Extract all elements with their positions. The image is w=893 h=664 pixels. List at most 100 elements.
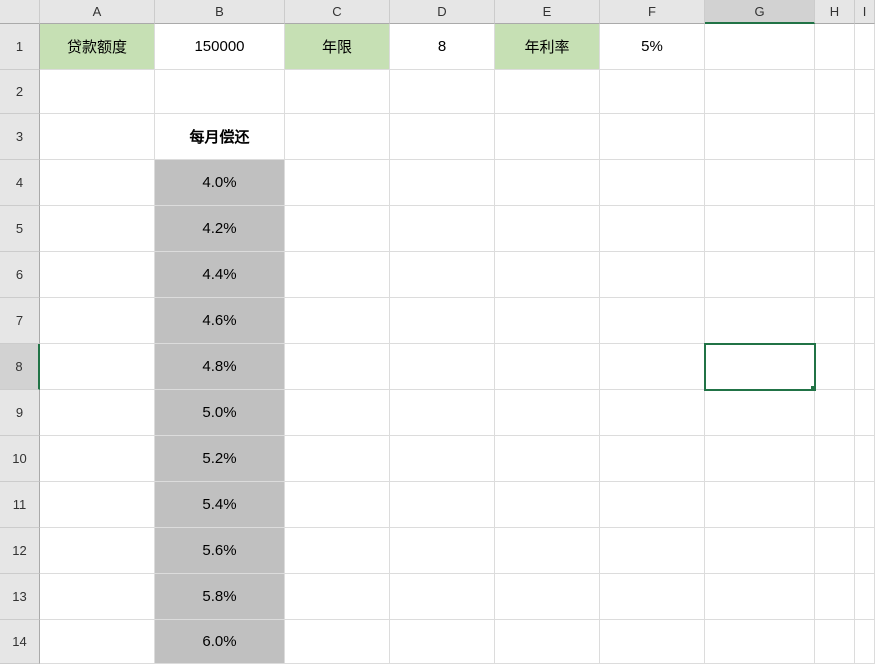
cell-D7[interactable] (390, 298, 495, 344)
cell-I2[interactable] (855, 70, 875, 114)
cell-A1[interactable]: 贷款额度 (40, 24, 155, 70)
cell-A6[interactable] (40, 252, 155, 298)
cell-D1[interactable]: 8 (390, 24, 495, 70)
row-header-2[interactable]: 2 (0, 70, 40, 114)
cell-D3[interactable] (390, 114, 495, 160)
cell-G12[interactable] (705, 528, 815, 574)
cell-F6[interactable] (600, 252, 705, 298)
cell-D13[interactable] (390, 574, 495, 620)
col-header-D[interactable]: D (390, 0, 495, 24)
cell-E11[interactable] (495, 482, 600, 528)
cell-A5[interactable] (40, 206, 155, 252)
cell-B1[interactable]: 150000 (155, 24, 285, 70)
cell-I10[interactable] (855, 436, 875, 482)
cell-B9[interactable]: 5.0% (155, 390, 285, 436)
col-header-C[interactable]: C (285, 0, 390, 24)
cell-E5[interactable] (495, 206, 600, 252)
cell-F3[interactable] (600, 114, 705, 160)
cell-G7[interactable] (705, 298, 815, 344)
cell-H12[interactable] (815, 528, 855, 574)
cell-G1[interactable] (705, 24, 815, 70)
cell-E14[interactable] (495, 620, 600, 664)
cell-G4[interactable] (705, 160, 815, 206)
cell-B6[interactable]: 4.4% (155, 252, 285, 298)
row-header-4[interactable]: 4 (0, 160, 40, 206)
row-header-9[interactable]: 9 (0, 390, 40, 436)
cell-D4[interactable] (390, 160, 495, 206)
cell-D9[interactable] (390, 390, 495, 436)
cell-F1[interactable]: 5% (600, 24, 705, 70)
cell-I11[interactable] (855, 482, 875, 528)
cell-A14[interactable] (40, 620, 155, 664)
cell-E13[interactable] (495, 574, 600, 620)
cell-B8[interactable]: 4.8% (155, 344, 285, 390)
cell-D14[interactable] (390, 620, 495, 664)
cell-I4[interactable] (855, 160, 875, 206)
select-all-corner[interactable] (0, 0, 40, 24)
row-header-8[interactable]: 8 (0, 344, 40, 390)
cell-C3[interactable] (285, 114, 390, 160)
cell-E6[interactable] (495, 252, 600, 298)
row-header-5[interactable]: 5 (0, 206, 40, 252)
cell-D6[interactable] (390, 252, 495, 298)
cell-C2[interactable] (285, 70, 390, 114)
cell-D12[interactable] (390, 528, 495, 574)
col-header-F[interactable]: F (600, 0, 705, 24)
col-header-A[interactable]: A (40, 0, 155, 24)
cell-I9[interactable] (855, 390, 875, 436)
row-header-11[interactable]: 11 (0, 482, 40, 528)
cell-G10[interactable] (705, 436, 815, 482)
cell-G2[interactable] (705, 70, 815, 114)
cell-G6[interactable] (705, 252, 815, 298)
cell-F8[interactable] (600, 344, 705, 390)
cell-I14[interactable] (855, 620, 875, 664)
cell-G13[interactable] (705, 574, 815, 620)
cell-G3[interactable] (705, 114, 815, 160)
cell-H3[interactable] (815, 114, 855, 160)
row-header-6[interactable]: 6 (0, 252, 40, 298)
cell-B11[interactable]: 5.4% (155, 482, 285, 528)
cell-F12[interactable] (600, 528, 705, 574)
cell-H14[interactable] (815, 620, 855, 664)
cell-C11[interactable] (285, 482, 390, 528)
cell-F7[interactable] (600, 298, 705, 344)
cell-C8[interactable] (285, 344, 390, 390)
cell-A12[interactable] (40, 528, 155, 574)
cell-H8[interactable] (815, 344, 855, 390)
cell-H7[interactable] (815, 298, 855, 344)
cell-C13[interactable] (285, 574, 390, 620)
cell-D2[interactable] (390, 70, 495, 114)
cell-B4[interactable]: 4.0% (155, 160, 285, 206)
col-header-H[interactable]: H (815, 0, 855, 24)
cell-B2[interactable] (155, 70, 285, 114)
cell-I5[interactable] (855, 206, 875, 252)
cell-E12[interactable] (495, 528, 600, 574)
cell-D8[interactable] (390, 344, 495, 390)
cell-E3[interactable] (495, 114, 600, 160)
row-header-3[interactable]: 3 (0, 114, 40, 160)
col-header-E[interactable]: E (495, 0, 600, 24)
cell-B3[interactable]: 每月偿还 (155, 114, 285, 160)
row-header-1[interactable]: 1 (0, 24, 40, 70)
cell-I7[interactable] (855, 298, 875, 344)
cell-A4[interactable] (40, 160, 155, 206)
cell-A10[interactable] (40, 436, 155, 482)
row-header-7[interactable]: 7 (0, 298, 40, 344)
cell-H6[interactable] (815, 252, 855, 298)
cell-A3[interactable] (40, 114, 155, 160)
cell-E8[interactable] (495, 344, 600, 390)
cell-D5[interactable] (390, 206, 495, 252)
cell-C4[interactable] (285, 160, 390, 206)
cell-E4[interactable] (495, 160, 600, 206)
row-header-12[interactable]: 12 (0, 528, 40, 574)
cell-B12[interactable]: 5.6% (155, 528, 285, 574)
cell-E2[interactable] (495, 70, 600, 114)
cell-A9[interactable] (40, 390, 155, 436)
cell-G11[interactable] (705, 482, 815, 528)
col-header-B[interactable]: B (155, 0, 285, 24)
cell-E10[interactable] (495, 436, 600, 482)
cell-A8[interactable] (40, 344, 155, 390)
col-header-G[interactable]: G (705, 0, 815, 24)
cell-H2[interactable] (815, 70, 855, 114)
cell-I13[interactable] (855, 574, 875, 620)
